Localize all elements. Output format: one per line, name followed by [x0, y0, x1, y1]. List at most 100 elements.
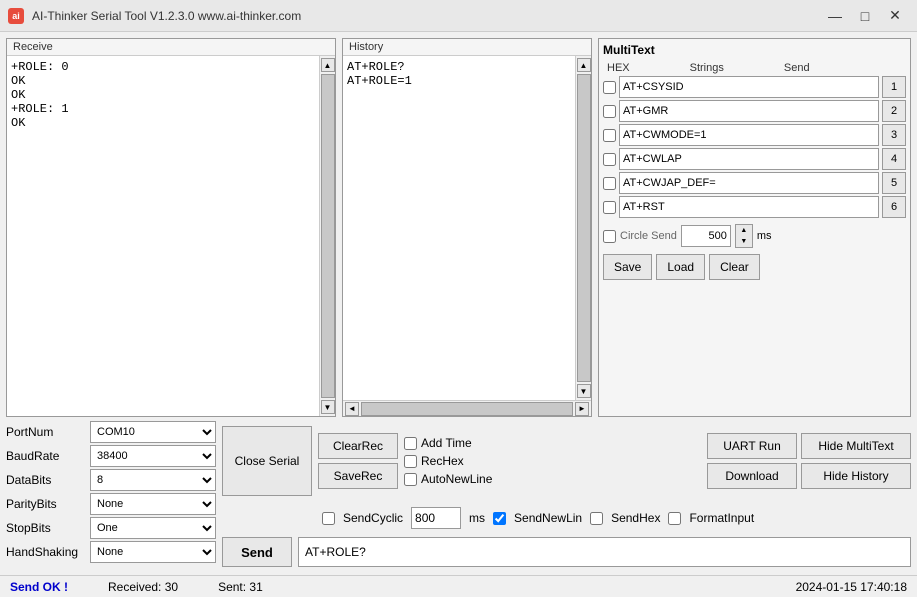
- main-content: Receive +ROLE: 0 OK OK +ROLE: 1 OK ▲ ▼ H…: [0, 32, 917, 575]
- multitext-send-btn-3[interactable]: 3: [882, 124, 906, 146]
- multitext-row: 2: [603, 100, 906, 122]
- close-button[interactable]: ✕: [881, 4, 909, 28]
- multitext-send-btn-2[interactable]: 2: [882, 100, 906, 122]
- receive-textarea[interactable]: +ROLE: 0 OK OK +ROLE: 1 OK: [7, 56, 319, 416]
- history-scroll-right[interactable]: ►: [575, 402, 589, 416]
- timestamp: 2024-01-15 17:40:18: [796, 580, 907, 594]
- circle-send-label: Circle Send: [620, 230, 677, 242]
- history-label: History: [343, 39, 591, 56]
- send-text-input[interactable]: AT+ROLE?: [298, 537, 911, 567]
- multitext-row-input-1[interactable]: [619, 76, 879, 98]
- multitext-row-input-4[interactable]: [619, 148, 879, 170]
- rechex-row: RecHex: [404, 454, 492, 468]
- baudrate-label: BaudRate: [6, 445, 86, 467]
- multitext-send-btn-1[interactable]: 1: [882, 76, 906, 98]
- scroll-up-arrow[interactable]: ▲: [321, 58, 335, 72]
- history-scroll-down[interactable]: ▼: [577, 384, 591, 398]
- clear-button[interactable]: Clear: [709, 254, 760, 280]
- multitext-row-input-5[interactable]: [619, 172, 879, 194]
- receive-label: Receive: [7, 39, 335, 56]
- receive-content: +ROLE: 0 OK OK +ROLE: 1 OK ▲ ▼: [7, 56, 335, 416]
- rechex-label: RecHex: [421, 454, 464, 468]
- send-options-row: SendCyclic 800 ms SendNewLin SendHex For…: [6, 505, 911, 531]
- download-button[interactable]: Download: [707, 463, 797, 489]
- sent-status: Sent: 31: [218, 580, 263, 594]
- databits-select[interactable]: 8: [90, 469, 216, 491]
- cyclic-ms-label: ms: [469, 511, 485, 525]
- autonewline-label: AutoNewLine: [421, 472, 492, 486]
- clearrec-button[interactable]: ClearRec: [318, 433, 398, 459]
- multitext-send-btn-4[interactable]: 4: [882, 148, 906, 170]
- multitext-row-checkbox-4[interactable]: [603, 153, 616, 166]
- hide-history-button[interactable]: Hide History: [801, 463, 911, 489]
- send-newline-checkbox[interactable]: [493, 512, 506, 525]
- top-row: Receive +ROLE: 0 OK OK +ROLE: 1 OK ▲ ▼ H…: [6, 38, 911, 417]
- multitext-row: 5: [603, 172, 906, 194]
- save-load-row: Save Load Clear: [603, 254, 906, 280]
- circle-send-ms: ms: [757, 230, 772, 242]
- autonewline-checkbox[interactable]: [404, 473, 417, 486]
- scroll-down-arrow[interactable]: ▼: [321, 400, 335, 414]
- multitext-row-input-3[interactable]: [619, 124, 879, 146]
- multitext-panel: MultiText HEX Strings Send 1 2 3 4 5 6: [598, 38, 911, 417]
- spinner-down[interactable]: ▼: [736, 236, 752, 247]
- multitext-row-checkbox-2[interactable]: [603, 105, 616, 118]
- strings-col-header: Strings: [690, 62, 724, 74]
- saverec-button[interactable]: SaveRec: [318, 463, 398, 489]
- close-serial-button[interactable]: Close Serial: [222, 426, 312, 496]
- cyclic-ms-input[interactable]: 800: [411, 507, 461, 529]
- spinner-up[interactable]: ▲: [736, 225, 752, 236]
- circle-send-value[interactable]: 500: [681, 225, 731, 247]
- multitext-header: HEX Strings Send: [603, 60, 906, 76]
- send-button[interactable]: Send: [222, 537, 292, 567]
- multitext-title: MultiText: [603, 43, 906, 57]
- multitext-send-btn-5[interactable]: 5: [882, 172, 906, 194]
- rechex-checkbox[interactable]: [404, 455, 417, 468]
- send-cyclic-label: SendCyclic: [343, 511, 403, 525]
- portnum-select[interactable]: COM10: [90, 421, 216, 443]
- load-button[interactable]: Load: [656, 254, 705, 280]
- multitext-row-checkbox-6[interactable]: [603, 201, 616, 214]
- add-time-checkbox[interactable]: [404, 437, 417, 450]
- history-textarea[interactable]: AT+ROLE? AT+ROLE=1: [343, 56, 575, 400]
- top-right-buttons: UART Run Hide MultiText: [707, 433, 911, 459]
- received-status: Received: 30: [108, 580, 178, 594]
- circle-send-row: Circle Send 500 ▲ ▼ ms: [603, 222, 906, 250]
- history-scroll-up[interactable]: ▲: [577, 58, 591, 72]
- window-controls: — □ ✕: [821, 4, 909, 28]
- multitext-row-input-6[interactable]: [619, 196, 879, 218]
- multitext-row: 4: [603, 148, 906, 170]
- format-input-checkbox[interactable]: [668, 512, 681, 525]
- send-ok-status: Send OK !: [10, 580, 68, 594]
- history-panel: History AT+ROLE? AT+ROLE=1 ▲ ▼ ◄ ►: [342, 38, 592, 417]
- history-content: AT+ROLE? AT+ROLE=1 ▲ ▼: [343, 56, 591, 400]
- history-scroll-left[interactable]: ◄: [345, 402, 359, 416]
- send-hex-checkbox[interactable]: [590, 512, 603, 525]
- send-cyclic-checkbox[interactable]: [322, 512, 335, 525]
- right-action-buttons: UART Run Hide MultiText Download Hide Hi…: [707, 421, 911, 501]
- send-input-row: Send AT+ROLE?: [6, 535, 911, 569]
- app-icon: ai: [8, 8, 24, 24]
- checkboxes-col: Add Time RecHex AutoNewLine: [404, 421, 492, 501]
- multitext-rows: 1 2 3 4 5 6: [603, 76, 906, 220]
- port-settings: PortNum COM10 BaudRate 38400 DataBits 8 …: [6, 421, 216, 501]
- maximize-button[interactable]: □: [851, 4, 879, 28]
- add-time-label: Add Time: [421, 436, 472, 450]
- minimize-button[interactable]: —: [821, 4, 849, 28]
- circle-send-checkbox[interactable]: [603, 230, 616, 243]
- save-button[interactable]: Save: [603, 254, 652, 280]
- history-scroll-thumb[interactable]: [577, 74, 591, 382]
- portnum-label: PortNum: [6, 421, 86, 443]
- multitext-row-checkbox-5[interactable]: [603, 177, 616, 190]
- multitext-row-checkbox-3[interactable]: [603, 129, 616, 142]
- history-scroll-thumb-h[interactable]: [361, 402, 573, 416]
- multitext-row-input-2[interactable]: [619, 100, 879, 122]
- hide-multitext-button[interactable]: Hide MultiText: [801, 433, 911, 459]
- scroll-thumb[interactable]: [321, 74, 335, 398]
- titlebar: ai AI-Thinker Serial Tool V1.2.3.0 www.a…: [0, 0, 917, 32]
- baudrate-select[interactable]: 38400: [90, 445, 216, 467]
- multitext-send-btn-6[interactable]: 6: [882, 196, 906, 218]
- receive-panel: Receive +ROLE: 0 OK OK +ROLE: 1 OK ▲ ▼: [6, 38, 336, 417]
- uart-run-button[interactable]: UART Run: [707, 433, 797, 459]
- multitext-row-checkbox-1[interactable]: [603, 81, 616, 94]
